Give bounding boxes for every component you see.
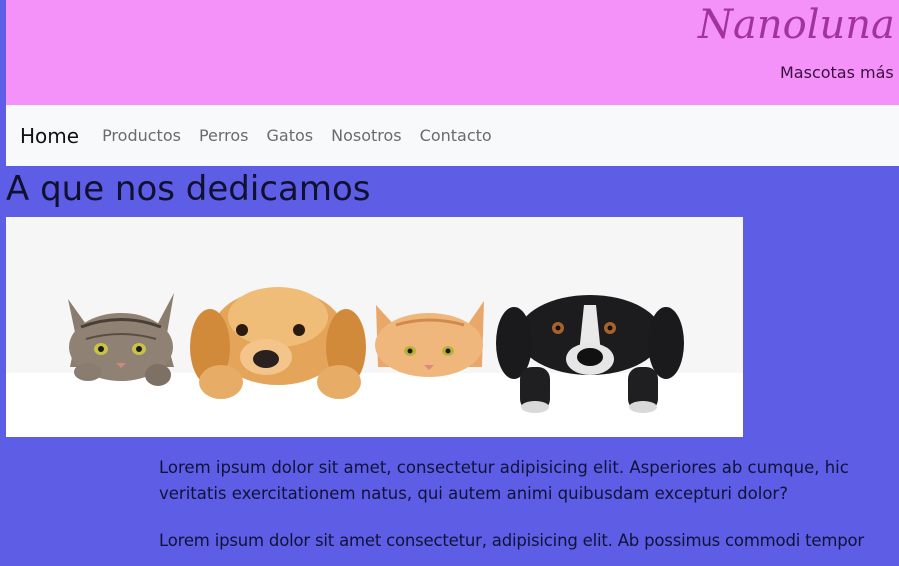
- nav-link-productos[interactable]: Productos: [102, 126, 181, 145]
- navbar: Home Productos Perros Gatos Nosotros Con…: [6, 105, 899, 166]
- paragraph-1-line-2: veritatis exercitationem natus, qui aute…: [159, 484, 788, 503]
- nav-link-contacto[interactable]: Contacto: [420, 126, 492, 145]
- paragraph-1-line-1: Lorem ipsum dolor sit amet, consectetur …: [159, 458, 849, 477]
- paragraph-2: Lorem ipsum dolor sit amet consectetur, …: [159, 528, 899, 554]
- nav-link-gatos[interactable]: Gatos: [267, 126, 314, 145]
- nav-home-link[interactable]: Home: [20, 124, 79, 148]
- site-header: Nanoluna P Mascotas más: [6, 0, 899, 105]
- nav-link-perros[interactable]: Perros: [199, 126, 249, 145]
- paragraph-1: Lorem ipsum dolor sit amet, consectetur …: [159, 455, 899, 507]
- nav-link-nosotros[interactable]: Nosotros: [331, 126, 402, 145]
- pets-banner-image: [6, 217, 743, 437]
- site-title: Nanoluna P: [698, 2, 899, 48]
- paragraph-2-line-1: Lorem ipsum dolor sit amet consectetur, …: [159, 531, 865, 550]
- site-subtitle: Mascotas más: [780, 63, 894, 82]
- section-heading: A que nos dedicamos: [6, 169, 371, 209]
